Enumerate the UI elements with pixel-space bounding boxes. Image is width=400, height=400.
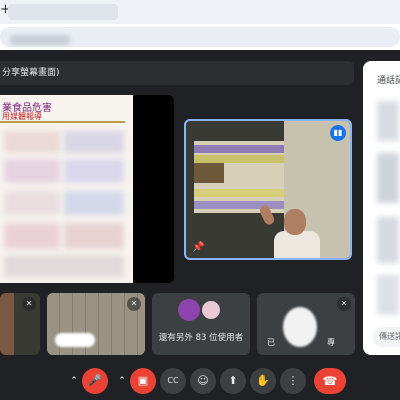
blurred-message (377, 153, 399, 203)
address-bar-row (0, 24, 400, 50)
document-divider (0, 121, 125, 123)
presentation-banner: 分享螢幕畫面) (0, 61, 354, 85)
blurred-table-cell (64, 159, 124, 183)
blurred-message (377, 217, 399, 263)
others-count-label: 還有另外 83 位使用者 (158, 333, 244, 343)
leave-call-button[interactable]: ☎ (314, 368, 346, 394)
slide-band (194, 189, 284, 197)
participant-tile[interactable]: ✕ (0, 293, 40, 355)
audio-indicator-icon: ▮▮ (330, 125, 346, 141)
slide-photo (194, 163, 224, 183)
present-screen-button[interactable]: ⬆ (220, 368, 246, 394)
blurred-table-cell (4, 131, 60, 153)
more-options-button[interactable]: ⋮ (280, 368, 306, 394)
speaker-body (274, 231, 320, 258)
captions-label: CC (167, 376, 179, 385)
side-panel: 通話記 傳送訊 (363, 61, 400, 355)
call-controls: ⌃ 🎤 ⌃ ▣ CC ☺ ⬆ ✋ ⋮ ☎ (0, 362, 400, 400)
avatar (200, 299, 222, 321)
blurred-table-cell (64, 223, 124, 249)
slide-band (194, 155, 284, 163)
pin-icon[interactable]: 📌 (192, 242, 204, 254)
blurred-table-cell (4, 255, 124, 277)
slide-band (194, 145, 284, 153)
mic-off-icon: ✕ (337, 297, 351, 311)
side-panel-title: 通話記 (377, 76, 400, 86)
mic-off-icon: ✕ (22, 297, 36, 311)
blurred-url (10, 35, 70, 45)
active-speaker-tile[interactable]: ▮▮ 📌 (184, 119, 352, 260)
mic-options-chevron-icon[interactable]: ⌃ (66, 368, 82, 394)
mic-toggle-button[interactable]: 🎤 (82, 368, 108, 394)
avatar (178, 299, 200, 321)
participant-name-fragment: 專 (327, 338, 335, 347)
mic-off-icon: ✕ (127, 297, 141, 311)
emoji-reaction-button[interactable]: ☺ (190, 368, 216, 394)
raise-hand-button[interactable]: ✋ (250, 368, 276, 394)
browser-tab-bar: + (0, 0, 400, 24)
blurred-table-cell (4, 223, 60, 249)
camera-toggle-button[interactable]: ▣ (130, 368, 156, 394)
presentation-banner-text: 分享螢幕畫面) (2, 68, 60, 78)
blurred-table-cell (4, 191, 60, 215)
participant-name-fragment: 已 (267, 338, 275, 347)
name-label-blurred (55, 333, 95, 347)
blurred-table-cell (64, 131, 124, 153)
others-tile[interactable]: 還有另外 83 位使用者 (152, 293, 250, 355)
chat-input[interactable]: 傳送訊 (373, 327, 400, 347)
participant-video (0, 293, 14, 355)
slide-band (194, 201, 284, 209)
speaker-head (284, 209, 306, 235)
captions-button[interactable]: CC (160, 368, 186, 394)
blurred-message (377, 275, 399, 315)
blurred-message (377, 101, 399, 141)
participant-tile[interactable]: ✕ 已 專 (257, 293, 355, 355)
presentation-view[interactable]: 業食品危害 用媒體報導 (0, 95, 174, 283)
shared-document: 業食品危害 用媒體報導 (0, 95, 133, 283)
participant-tile[interactable]: ✕ (47, 293, 145, 355)
address-bar[interactable] (0, 27, 400, 47)
blurred-table-cell (4, 159, 60, 183)
browser-tab[interactable] (8, 4, 118, 20)
projector-slide (194, 141, 284, 213)
participant-video (283, 307, 317, 347)
blurred-table-cell (64, 191, 124, 215)
camera-options-chevron-icon[interactable]: ⌃ (114, 368, 130, 394)
